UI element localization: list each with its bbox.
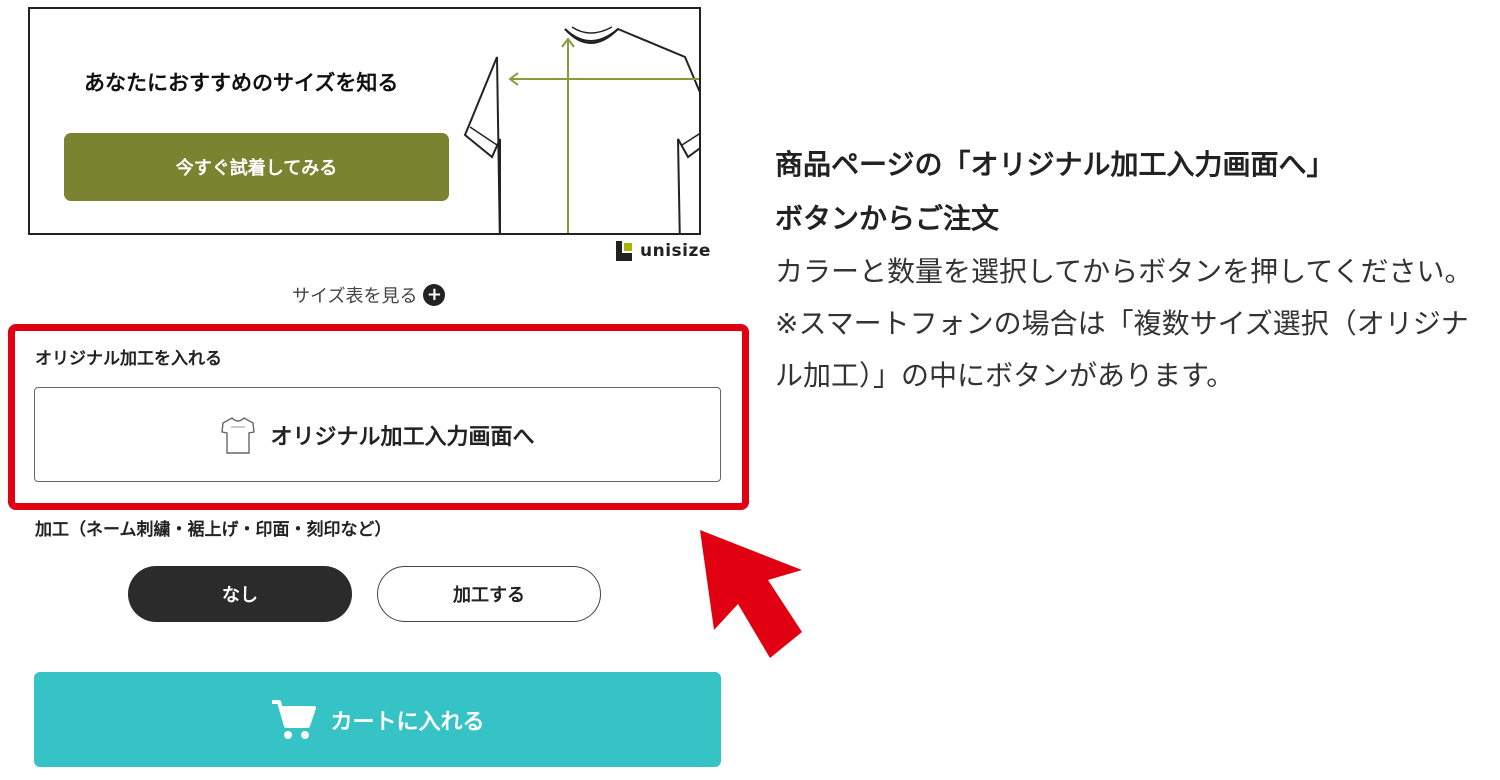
explanation-title-line2: ボタンからご注文 (775, 202, 1000, 235)
explanation-title-line1: 商品ページの「オリジナル加工入力画面へ」 (775, 148, 1335, 181)
try-on-button[interactable]: 今すぐ試着してみる (64, 133, 449, 201)
size-chart-link[interactable]: サイズ表を見る + (292, 282, 446, 308)
original-input-label: オリジナル加工入力画面へ (270, 424, 535, 450)
add-to-cart-label: カートに入れる (330, 709, 485, 735)
add-to-cart-button[interactable]: カートに入れる (34, 672, 721, 767)
cart-icon (272, 699, 317, 739)
explanation-body: カラーと数量を選択してからボタンを押してください。 (775, 255, 1473, 288)
banner-heading: あなたにおすすめのサイズを知る (84, 71, 399, 95)
unisize-logo: unisize (614, 241, 711, 261)
red-arrow-icon (700, 530, 802, 658)
option-process-button[interactable]: 加工する (377, 566, 601, 622)
explanation-panel: 商品ページの「オリジナル加工入力画面へ」 ボタンからご注文 カラーと数量を選択し… (775, 138, 1485, 402)
tshirt-measure-icon (463, 26, 699, 233)
size-recommendation-banner: あなたにおすすめのサイズを知る 今すぐ試着してみる (28, 7, 701, 235)
size-chart-label: サイズ表を見る (292, 286, 418, 307)
explanation-note: ※スマートフォンの場合は「複数サイズ選択（オリジナル加工）」の中にボタンがありま… (775, 307, 1469, 392)
tshirt-icon (221, 416, 256, 454)
original-input-button[interactable]: オリジナル加工入力画面へ (34, 387, 721, 482)
unisize-logo-icon (616, 241, 632, 261)
processing-label: 加工（ネーム刺繍・裾上げ・印面・刻印など） (35, 520, 392, 540)
unisize-logo-text: unisize (640, 241, 711, 261)
original-section-label: オリジナル加工を入れる (35, 349, 222, 369)
plus-circle-icon: + (423, 284, 446, 306)
option-none-button[interactable]: なし (128, 566, 352, 622)
